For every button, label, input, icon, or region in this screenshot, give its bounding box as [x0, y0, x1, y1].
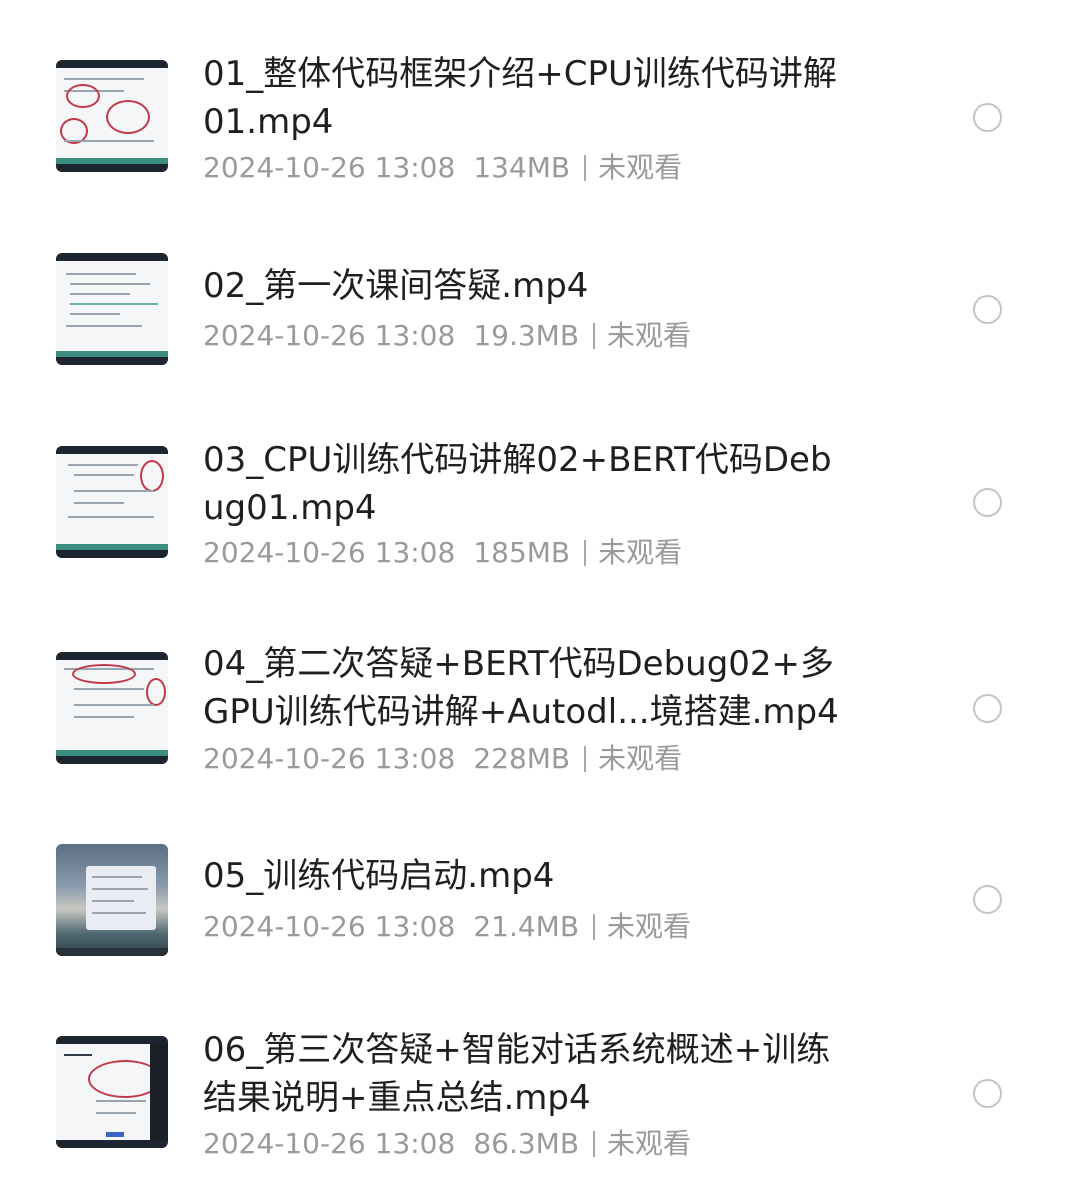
divider: [584, 540, 587, 566]
video-title: 06_第三次答疑+智能对话系统概述+训练 结果说明+重点总结.mp4: [203, 1030, 831, 1118]
watch-status: 未观看: [598, 151, 683, 184]
video-size: 86.3MB: [473, 1127, 580, 1160]
watch-status: 未观看: [598, 536, 683, 569]
watch-status: 未观看: [607, 910, 692, 943]
select-radio[interactable]: [973, 488, 1002, 517]
video-meta: 2024-10-26 13:08 185MB 未观看: [203, 536, 682, 570]
video-thumbnail: [56, 652, 168, 764]
divider: [593, 914, 596, 940]
video-meta: 2024-10-26 13:08 134MB 未观看: [203, 151, 682, 185]
video-thumbnail: [56, 60, 168, 172]
video-item[interactable]: 03_CPU训练代码讲解02+BERT代码Deb ug01.mp4 2024-1…: [0, 380, 1080, 588]
video-title: 02_第一次课间答疑.mp4: [203, 266, 589, 306]
select-radio[interactable]: [973, 885, 1002, 914]
video-item[interactable]: 02_第一次课间答疑.mp4 2024-10-26 13:08 19.3MB 未观看: [0, 190, 1080, 380]
select-radio[interactable]: [973, 694, 1002, 723]
video-thumbnail: [56, 1036, 168, 1148]
watch-status: 未观看: [607, 1127, 692, 1160]
video-date: 2024-10-26 13:08: [203, 319, 456, 352]
video-item[interactable]: 01_整体代码框架介绍+CPU训练代码讲解 01.mp4 2024-10-26 …: [0, 0, 1080, 190]
video-date: 2024-10-26 13:08: [203, 536, 456, 569]
video-size: 134MB: [473, 151, 571, 184]
video-item[interactable]: 05_训练代码启动.mp4 2024-10-26 13:08 21.4MB 未观看: [0, 796, 1080, 986]
select-radio[interactable]: [973, 1079, 1002, 1108]
video-title: 01_整体代码框架介绍+CPU训练代码讲解 01.mp4: [203, 54, 837, 142]
select-radio[interactable]: [973, 295, 1002, 324]
select-radio[interactable]: [973, 103, 1002, 132]
video-meta: 2024-10-26 13:08 228MB 未观看: [203, 742, 682, 776]
video-thumbnail: [56, 446, 168, 558]
video-item[interactable]: 04_第二次答疑+BERT代码Debug02+多 GPU训练代码讲解+Autod…: [0, 588, 1080, 796]
divider: [584, 155, 587, 181]
divider: [593, 1131, 596, 1157]
video-thumbnail: [56, 253, 168, 365]
watch-status: 未观看: [598, 742, 683, 775]
video-meta: 2024-10-26 13:08 21.4MB 未观看: [203, 910, 691, 944]
video-meta: 2024-10-26 13:08 86.3MB 未观看: [203, 1127, 691, 1161]
video-size: 19.3MB: [473, 319, 580, 352]
video-date: 2024-10-26 13:08: [203, 742, 456, 775]
video-size: 228MB: [473, 742, 571, 775]
video-thumbnail: [56, 844, 168, 956]
video-title: 05_训练代码启动.mp4: [203, 856, 555, 896]
video-meta: 2024-10-26 13:08 19.3MB 未观看: [203, 319, 691, 353]
divider: [593, 323, 596, 349]
video-list: 01_整体代码框架介绍+CPU训练代码讲解 01.mp4 2024-10-26 …: [0, 0, 1080, 1198]
divider: [584, 746, 587, 772]
video-date: 2024-10-26 13:08: [203, 151, 456, 184]
video-size: 185MB: [473, 536, 571, 569]
video-date: 2024-10-26 13:08: [203, 1127, 456, 1160]
video-item[interactable]: 06_第三次答疑+智能对话系统概述+训练 结果说明+重点总结.mp4 2024-…: [0, 986, 1080, 1198]
video-title: 03_CPU训练代码讲解02+BERT代码Deb ug01.mp4: [203, 440, 832, 528]
video-size: 21.4MB: [473, 910, 580, 943]
video-title: 04_第二次答疑+BERT代码Debug02+多 GPU训练代码讲解+Autod…: [203, 644, 839, 732]
watch-status: 未观看: [607, 319, 692, 352]
video-date: 2024-10-26 13:08: [203, 910, 456, 943]
